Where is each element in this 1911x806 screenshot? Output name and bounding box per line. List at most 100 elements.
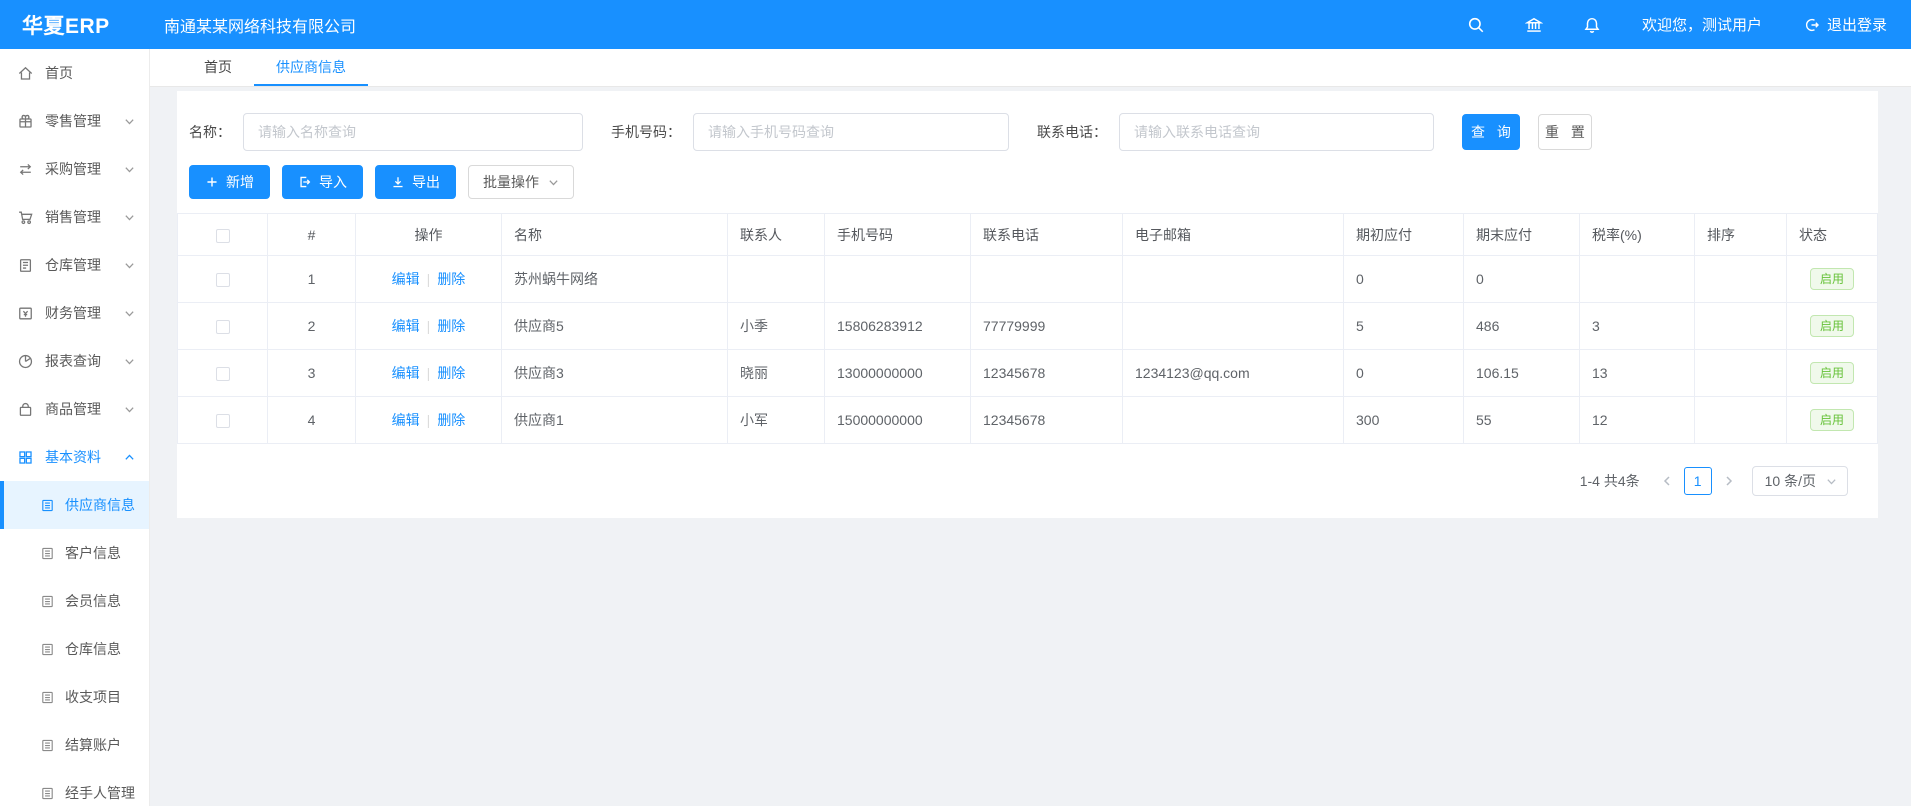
sidebar-item-财务管理[interactable]: 财务管理: [0, 289, 149, 337]
sidebar-subitem-供应商信息[interactable]: 供应商信息: [0, 481, 149, 529]
table-header-row: #操作名称联系人手机号码联系电话电子邮箱期初应付期末应付税率(%)排序状态: [178, 214, 1878, 256]
delete-link[interactable]: 删除: [437, 318, 465, 334]
reset-button[interactable]: 重 置: [1538, 114, 1592, 150]
export-button[interactable]: 导出: [375, 165, 456, 199]
row-actions-cell: 编辑|删除: [356, 397, 502, 444]
name-cell: 供应商1: [502, 397, 728, 444]
edit-link[interactable]: 编辑: [392, 412, 420, 428]
content-area: 名称： 手机号码： 联系电话： 查 询 重 置 新增: [150, 87, 1911, 806]
status-badge[interactable]: 启用: [1810, 409, 1854, 431]
table-row: 1编辑|删除苏州蜗牛网络00启用: [178, 256, 1878, 303]
import-button[interactable]: 导入: [282, 165, 363, 199]
sidebar-subitem-收支项目[interactable]: 收支项目: [0, 673, 149, 721]
end-payable-cell: 0: [1464, 256, 1580, 303]
contact-cell: 晓丽: [728, 350, 825, 397]
doc-icon: [40, 642, 55, 657]
page-size-select[interactable]: 10 条/页: [1752, 466, 1848, 496]
sidebar-subitem-经手人管理[interactable]: 经手人管理: [0, 769, 149, 806]
sort-cell: [1695, 256, 1787, 303]
edit-link[interactable]: 编辑: [392, 365, 420, 381]
sidebar-item-仓库管理[interactable]: 仓库管理: [0, 241, 149, 289]
app-logo: 华夏ERP: [0, 10, 150, 40]
delete-link[interactable]: 删除: [437, 271, 465, 287]
begin-payable-cell: 0: [1344, 350, 1464, 397]
action-divider: |: [427, 271, 431, 287]
sort-cell: [1695, 303, 1787, 350]
phone-cell: [825, 256, 971, 303]
contact-cell: 小季: [728, 303, 825, 350]
sidebar-item-销售管理[interactable]: 销售管理: [0, 193, 149, 241]
page-number-button[interactable]: 1: [1684, 467, 1712, 495]
sidebar-item-基本资料[interactable]: 基本资料: [0, 433, 149, 481]
tel-cell: 77779999: [971, 303, 1123, 350]
tel-input[interactable]: [1119, 113, 1434, 151]
sidebar-item-报表查询[interactable]: 报表查询: [0, 337, 149, 385]
delete-link[interactable]: 删除: [437, 412, 465, 428]
doc-icon: [40, 546, 55, 561]
action-divider: |: [427, 318, 431, 334]
sidebar-item-label: 商品管理: [45, 399, 101, 419]
batch-actions-dropdown[interactable]: 批量操作: [468, 165, 574, 199]
row-checkbox[interactable]: [216, 414, 230, 428]
add-button[interactable]: 新增: [189, 165, 270, 199]
query-button[interactable]: 查 询: [1462, 114, 1520, 150]
phone-input[interactable]: [693, 113, 1009, 151]
select-all-checkbox[interactable]: [216, 229, 230, 243]
name-label: 名称：: [189, 122, 231, 142]
row-index-cell: 4: [268, 397, 356, 444]
bell-icon[interactable]: [1582, 15, 1602, 35]
begin-payable-cell: 300: [1344, 397, 1464, 444]
sidebar-subitem-会员信息[interactable]: 会员信息: [0, 577, 149, 625]
sidebar-item-label: 报表查询: [45, 351, 101, 371]
chevron-down-icon: [124, 212, 135, 223]
retail-icon: [17, 113, 34, 130]
row-checkbox[interactable]: [216, 367, 230, 381]
bank-icon[interactable]: [1524, 15, 1544, 35]
phone-cell: 15000000000: [825, 397, 971, 444]
next-page-icon[interactable]: [1718, 468, 1740, 494]
tel-cell: [971, 256, 1123, 303]
row-select-cell: [178, 256, 268, 303]
email-cell: [1123, 303, 1344, 350]
sort-cell: [1695, 350, 1787, 397]
row-checkbox[interactable]: [216, 320, 230, 334]
sidebar-item-label: 财务管理: [45, 303, 101, 323]
status-badge[interactable]: 启用: [1810, 268, 1854, 290]
sidebar-menu: 首页零售管理采购管理销售管理仓库管理财务管理报表查询商品管理基本资料供应商信息客…: [0, 49, 149, 806]
status-badge[interactable]: 启用: [1810, 315, 1854, 337]
chevron-down-icon: [124, 116, 135, 127]
edit-link[interactable]: 编辑: [392, 271, 420, 287]
sidebar-item-采购管理[interactable]: 采购管理: [0, 145, 149, 193]
logout-button[interactable]: 退出登录: [1804, 14, 1887, 35]
sidebar-item-零售管理[interactable]: 零售管理: [0, 97, 149, 145]
sidebar-item-商品管理[interactable]: 商品管理: [0, 385, 149, 433]
sidebar-item-label: 首页: [45, 63, 73, 83]
tab-home[interactable]: 首页: [182, 49, 254, 86]
tab-supplier-info[interactable]: 供应商信息: [254, 49, 368, 86]
status-cell: 启用: [1787, 397, 1878, 444]
sidebar-subitem-结算账户[interactable]: 结算账户: [0, 721, 149, 769]
row-actions-cell: 编辑 | 删除: [356, 256, 502, 303]
row-checkbox[interactable]: [216, 273, 230, 287]
sidebar-subitem-仓库信息[interactable]: 仓库信息: [0, 625, 149, 673]
phone-cell: 13000000000: [825, 350, 971, 397]
tax-rate-cell: 12: [1580, 397, 1695, 444]
chevron-down-icon: [124, 356, 135, 367]
column-header: 名称: [502, 214, 728, 256]
tel-cell: 12345678: [971, 397, 1123, 444]
sidebar-item-label: 零售管理: [45, 111, 101, 131]
search-form: 名称： 手机号码： 联系电话： 查 询 重 置: [177, 91, 1878, 151]
column-header: 操作: [356, 214, 502, 256]
search-icon[interactable]: [1466, 15, 1486, 35]
row-select-cell: [178, 350, 268, 397]
edit-link[interactable]: 编辑: [392, 318, 420, 334]
prev-page-icon[interactable]: [1656, 468, 1678, 494]
import-icon: [298, 175, 312, 189]
name-input[interactable]: [243, 113, 583, 151]
sidebar-subitem-客户信息[interactable]: 客户信息: [0, 529, 149, 577]
delete-link[interactable]: 删除: [437, 365, 465, 381]
sidebar-item-label: 仓库管理: [45, 255, 101, 275]
email-cell: 1234123@qq.com: [1123, 350, 1344, 397]
status-badge[interactable]: 启用: [1810, 362, 1854, 384]
sidebar-item-首页[interactable]: 首页: [0, 49, 149, 97]
